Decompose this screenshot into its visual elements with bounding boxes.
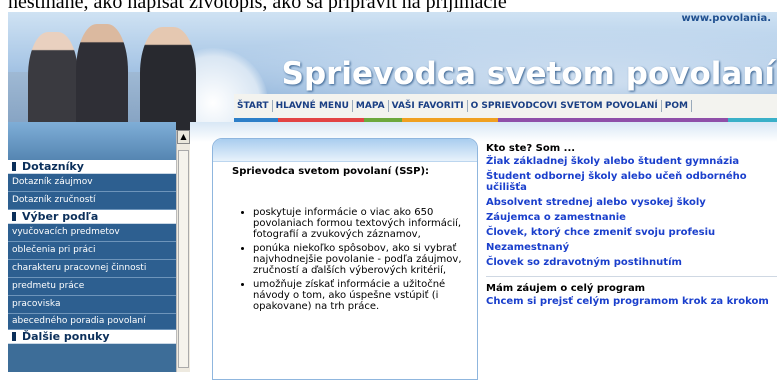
who-divider (486, 276, 777, 277)
nav-start[interactable]: ŠTART (234, 100, 273, 112)
info-box-header (213, 139, 477, 162)
who-heading: Kto ste? Som ... (486, 143, 576, 154)
info-bullet: poskytuje informácie o viac ako 650 povo… (253, 207, 477, 240)
main-nav: ŠTART HLAVNÉ MENU MAPA VAŠI FAVORITI O S… (234, 94, 777, 118)
section-bullet-icon (12, 332, 16, 341)
sidebar-menu: Dotazníky Dotazník záujmov Dotazník zruč… (8, 160, 176, 344)
nav-help[interactable]: POM (662, 100, 692, 112)
site-title: Sprievodca svetom povolaní (281, 56, 775, 92)
sidebar-item-interests[interactable]: Dotazník záujmov (8, 174, 176, 192)
sidebar-item-work-character[interactable]: charakteru pracovnej činnosti (8, 260, 176, 278)
who-link-student-basic[interactable]: Žiak základnej školy alebo študent gymná… (486, 156, 776, 167)
site-url: www.povolania. (681, 13, 771, 24)
scroll-up-arrow-icon[interactable]: ▲ (177, 130, 190, 144)
who-are-you-panel: Kto ste? Som ... Žiak základnej školy al… (486, 143, 777, 311)
scroll-thumb[interactable] (178, 150, 189, 368)
info-bullet: ponúka niekoľko spôsobov, ako si vybrať … (253, 243, 477, 276)
info-box-title: Sprievodca svetom povolaní (SSP): (232, 166, 430, 177)
info-box-list: poskytuje informácie o viac ako 650 povo… (221, 207, 477, 315)
program-link[interactable]: Chcem si prejsť celým programom krok za … (486, 296, 776, 307)
sidebar-section-questionnaires[interactable]: Dotazníky (8, 160, 176, 174)
who-link-disabled[interactable]: Človek so zdravotným postihnutím (486, 257, 776, 268)
sidebar-section-label: Ďalšie ponuky (22, 330, 110, 343)
nav-about[interactable]: O SPRIEVODCOVI SVETOM POVOLANÍ (468, 100, 662, 112)
nav-favorites[interactable]: VAŠI FAVORITI (389, 100, 468, 112)
program-heading: Mám záujem o celý program (486, 283, 646, 294)
nav-map[interactable]: MAPA (353, 100, 389, 112)
sidebar-item-subjects[interactable]: vyučovacích predmetov (8, 224, 176, 242)
sidebar-item-workplace[interactable]: pracoviska (8, 296, 176, 314)
sidebar-item-alphabetical[interactable]: abecedného poradia povolaní (8, 314, 176, 330)
info-bullet: umožňuje získať informácie a užitočné ná… (253, 279, 477, 312)
who-link-career-change[interactable]: Človek, ktorý chce zmeniť svoju profesiu (486, 227, 776, 238)
who-link-graduate[interactable]: Absolvent strednej alebo vysokej školy (486, 197, 776, 208)
who-link-student-vocational[interactable]: Študent odbornej školy alebo učeň odborn… (486, 171, 776, 193)
sidebar-item-skills[interactable]: Dotazník zručností (8, 192, 176, 210)
section-bullet-icon (12, 212, 16, 221)
ssp-info-box: Sprievodca svetom povolaní (SSP): poskyt… (212, 138, 478, 380)
section-bullet-icon (12, 162, 16, 171)
sidebar-section-other[interactable]: Ďalšie ponuky (8, 330, 176, 344)
sidebar-item-work-subject[interactable]: predmetu práce (8, 278, 176, 296)
sidebar-item-clothing[interactable]: oblečenia pri práci (8, 242, 176, 260)
who-link-job-seeker[interactable]: Záujemca o zamestnanie (486, 212, 776, 223)
sidebar-scrollbar[interactable]: ▲ (176, 130, 191, 372)
sidebar-section-label: Dotazníky (22, 160, 84, 173)
who-link-unemployed[interactable]: Nezamestnaný (486, 242, 776, 253)
nav-main-menu[interactable]: HLAVNÉ MENU (273, 100, 353, 112)
sidebar-section-label: Výber podľa (22, 210, 99, 223)
sidebar-section-selection[interactable]: Výber podľa (8, 210, 176, 224)
